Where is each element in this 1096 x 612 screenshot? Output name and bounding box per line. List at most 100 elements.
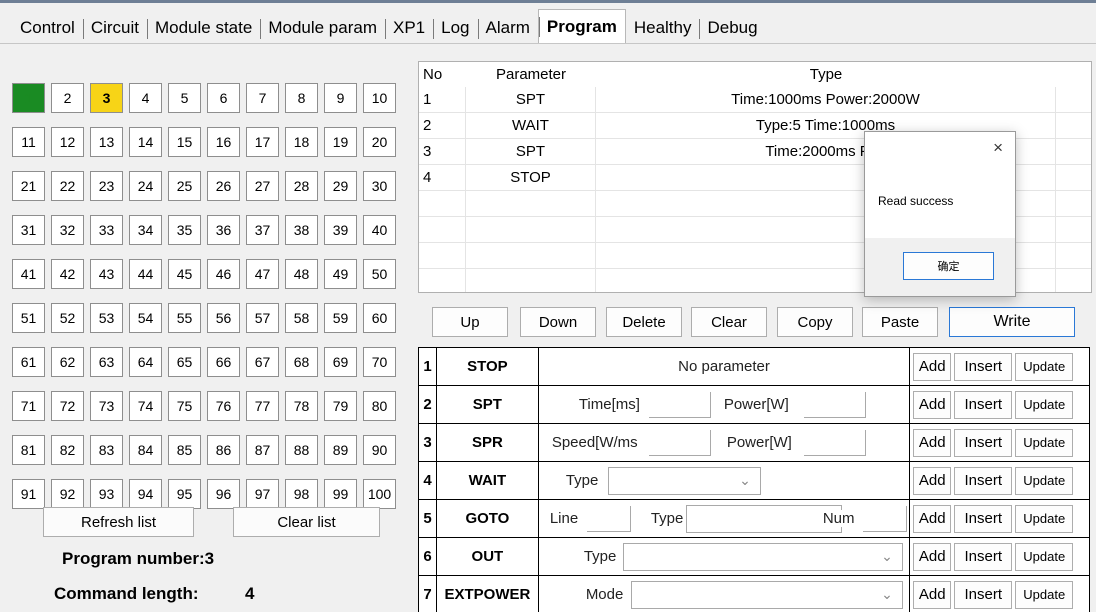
module-cell[interactable]: 22 bbox=[51, 171, 84, 201]
module-cell[interactable]: 18 bbox=[285, 127, 318, 157]
module-cell[interactable]: 33 bbox=[90, 215, 123, 245]
module-cell[interactable]: 97 bbox=[246, 479, 279, 509]
ok-button[interactable]: 确定 bbox=[903, 252, 994, 280]
module-cell[interactable]: 95 bbox=[168, 479, 201, 509]
copy-button[interactable]: Copy bbox=[777, 307, 853, 337]
module-cell[interactable]: 6 bbox=[207, 83, 240, 113]
module-cell[interactable]: 75 bbox=[168, 391, 201, 421]
module-cell[interactable]: 62 bbox=[51, 347, 84, 377]
add-button[interactable]: Add bbox=[913, 504, 952, 533]
module-cell[interactable]: 38 bbox=[285, 215, 318, 245]
module-cell[interactable]: 57 bbox=[246, 303, 279, 333]
module-cell[interactable]: 19 bbox=[324, 127, 357, 157]
column-header-type[interactable]: Type bbox=[596, 62, 1056, 87]
tab-circuit[interactable]: Circuit bbox=[82, 12, 147, 43]
num-input[interactable] bbox=[862, 506, 907, 532]
insert-button[interactable]: Insert bbox=[954, 390, 1013, 419]
power-w-input[interactable] bbox=[803, 430, 866, 456]
module-cell[interactable]: 21 bbox=[12, 171, 45, 201]
module-cell[interactable]: 8 bbox=[285, 83, 318, 113]
module-cell[interactable]: 90 bbox=[363, 435, 396, 465]
module-cell[interactable]: 34 bbox=[129, 215, 162, 245]
add-button[interactable]: Add bbox=[913, 390, 952, 419]
speed-input[interactable] bbox=[648, 430, 711, 456]
insert-button[interactable]: Insert bbox=[954, 542, 1013, 571]
module-cell[interactable]: 82 bbox=[51, 435, 84, 465]
module-cell[interactable]: 85 bbox=[168, 435, 201, 465]
tab-healthy[interactable]: Healthy bbox=[626, 12, 700, 43]
module-cell[interactable]: 46 bbox=[207, 259, 240, 289]
module-cell[interactable]: 24 bbox=[129, 171, 162, 201]
module-cell[interactable]: 67 bbox=[246, 347, 279, 377]
module-cell[interactable]: 27 bbox=[246, 171, 279, 201]
module-cell[interactable]: 83 bbox=[90, 435, 123, 465]
power-w-input[interactable] bbox=[803, 392, 866, 418]
module-cell[interactable]: 53 bbox=[90, 303, 123, 333]
module-cell[interactable]: 73 bbox=[90, 391, 123, 421]
insert-button[interactable]: Insert bbox=[954, 466, 1013, 495]
add-button[interactable]: Add bbox=[913, 542, 952, 571]
module-cell[interactable]: 32 bbox=[51, 215, 84, 245]
type-select[interactable]: ⌄ bbox=[607, 467, 761, 495]
module-cell[interactable]: 60 bbox=[363, 303, 396, 333]
update-button[interactable]: Update bbox=[1015, 466, 1074, 495]
write-button[interactable]: Write bbox=[949, 307, 1075, 337]
module-cell[interactable]: 43 bbox=[90, 259, 123, 289]
module-cell[interactable]: 30 bbox=[363, 171, 396, 201]
module-cell[interactable]: 78 bbox=[285, 391, 318, 421]
module-cell[interactable]: 17 bbox=[246, 127, 279, 157]
module-cell[interactable]: 51 bbox=[12, 303, 45, 333]
module-cell[interactable]: 63 bbox=[90, 347, 123, 377]
module-cell[interactable]: 66 bbox=[207, 347, 240, 377]
module-cell[interactable]: 3 bbox=[90, 83, 123, 113]
tab-debug[interactable]: Debug bbox=[699, 12, 765, 43]
module-cell[interactable]: 72 bbox=[51, 391, 84, 421]
module-cell[interactable]: 69 bbox=[324, 347, 357, 377]
module-cell[interactable]: 26 bbox=[207, 171, 240, 201]
module-cell[interactable]: 65 bbox=[168, 347, 201, 377]
module-cell[interactable]: 35 bbox=[168, 215, 201, 245]
module-cell[interactable]: 25 bbox=[168, 171, 201, 201]
module-cell[interactable]: 31 bbox=[12, 215, 45, 245]
tab-xp1[interactable]: XP1 bbox=[385, 12, 433, 43]
module-cell[interactable]: 47 bbox=[246, 259, 279, 289]
module-cell[interactable]: 42 bbox=[51, 259, 84, 289]
module-cell[interactable]: 16 bbox=[207, 127, 240, 157]
module-cell[interactable]: 93 bbox=[90, 479, 123, 509]
module-cell[interactable]: 1 bbox=[12, 83, 45, 113]
type-select[interactable]: ⌄ bbox=[685, 505, 842, 533]
module-cell[interactable]: 11 bbox=[12, 127, 45, 157]
module-cell[interactable]: 56 bbox=[207, 303, 240, 333]
module-cell[interactable]: 37 bbox=[246, 215, 279, 245]
module-cell[interactable]: 54 bbox=[129, 303, 162, 333]
module-cell[interactable]: 45 bbox=[168, 259, 201, 289]
insert-button[interactable]: Insert bbox=[954, 504, 1013, 533]
line-input[interactable] bbox=[586, 506, 631, 532]
module-cell[interactable]: 71 bbox=[12, 391, 45, 421]
module-cell[interactable]: 76 bbox=[207, 391, 240, 421]
module-cell[interactable]: 50 bbox=[363, 259, 396, 289]
module-cell[interactable]: 68 bbox=[285, 347, 318, 377]
module-cell[interactable]: 74 bbox=[129, 391, 162, 421]
mode-select[interactable]: ⌄ bbox=[630, 581, 903, 609]
module-cell[interactable]: 10 bbox=[363, 83, 396, 113]
add-button[interactable]: Add bbox=[913, 428, 952, 457]
module-cell[interactable]: 94 bbox=[129, 479, 162, 509]
module-cell[interactable]: 88 bbox=[285, 435, 318, 465]
module-cell[interactable]: 49 bbox=[324, 259, 357, 289]
module-cell[interactable]: 20 bbox=[363, 127, 396, 157]
add-button[interactable]: Add bbox=[913, 580, 952, 609]
down-button[interactable]: Down bbox=[520, 307, 596, 337]
update-button[interactable]: Update bbox=[1015, 580, 1074, 609]
module-cell[interactable]: 14 bbox=[129, 127, 162, 157]
module-cell[interactable]: 61 bbox=[12, 347, 45, 377]
module-cell[interactable]: 15 bbox=[168, 127, 201, 157]
module-cell[interactable]: 23 bbox=[90, 171, 123, 201]
module-cell[interactable]: 79 bbox=[324, 391, 357, 421]
module-cell[interactable]: 13 bbox=[90, 127, 123, 157]
module-cell[interactable]: 81 bbox=[12, 435, 45, 465]
tab-module-param[interactable]: Module param bbox=[260, 12, 385, 43]
paste-button[interactable]: Paste bbox=[862, 307, 938, 337]
module-cell[interactable]: 39 bbox=[324, 215, 357, 245]
module-cell[interactable]: 36 bbox=[207, 215, 240, 245]
